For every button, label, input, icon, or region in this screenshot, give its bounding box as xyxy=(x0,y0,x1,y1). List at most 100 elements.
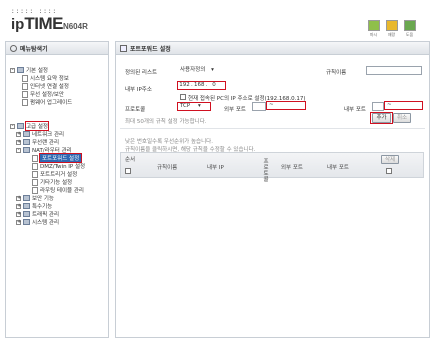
tree-wireless-label[interactable]: 무선랜 관리 xyxy=(32,138,59,146)
col-protocol: 프로토콜 xyxy=(263,159,269,183)
tree-misc-label[interactable]: 기타기능 설정 xyxy=(40,178,72,186)
expand-icon[interactable]: + xyxy=(16,211,21,217)
menu-explorer-title: 메뉴탐색기 xyxy=(20,45,48,53)
tree-internet[interactable]: 인터넷 연결 설정 xyxy=(22,82,69,90)
chevron-down-icon: ▾ xyxy=(197,103,201,109)
tree-traffic-label[interactable]: 트래픽 관리 xyxy=(32,210,59,218)
logout-icon[interactable] xyxy=(367,20,380,31)
page-icon xyxy=(22,82,28,90)
expand-icon[interactable]: + xyxy=(16,219,21,225)
menu-explorer-header: 메뉴탐색기 xyxy=(6,42,108,55)
int-port-to-input[interactable]: ~ xyxy=(384,101,423,110)
tree-system-label[interactable]: 시스템 관리 xyxy=(32,218,59,226)
brand-ip: ip xyxy=(11,16,25,33)
tree-misc[interactable]: 기타기능 설정 xyxy=(32,178,72,186)
brand-model: N604R xyxy=(62,22,88,31)
tree-network-label[interactable]: 네트워크 관리 xyxy=(32,130,64,138)
expand-icon[interactable]: + xyxy=(16,203,21,209)
port-forward-panel: 포트포워드 설정 정의된 리스트 사용자정의 ▾ 규칙이름 내부 IP주소 19… xyxy=(115,41,430,338)
tree-basic-label[interactable]: 기본 설정 xyxy=(26,66,48,74)
tree-routing[interactable]: 라우팅 테이블 관리 xyxy=(32,186,84,194)
expand-icon[interactable]: + xyxy=(16,195,21,201)
help-icon[interactable] xyxy=(403,20,416,31)
tree-port-trigger[interactable]: 포트트리거 설정 xyxy=(32,170,77,178)
tree-port-forward[interactable]: 포트포워드 설정 xyxy=(32,153,83,163)
tree-internet-label[interactable]: 인터넷 연결 설정 xyxy=(30,82,69,90)
tree-nat[interactable]: - NAT/라우터 관리 xyxy=(16,146,72,154)
top-icon-3-label: 도움 xyxy=(405,32,414,37)
tree-firmware[interactable]: 펌웨어 업그레이드 xyxy=(22,98,72,106)
tree-security[interactable]: + 보안 기능 xyxy=(16,194,54,202)
protocol-select[interactable]: TCP ▾ xyxy=(177,102,211,111)
menu-explorer-panel: 메뉴탐색기 - 기본 설정 시스템 요약 정보 인터넷 연결 설정 무선 설정/… xyxy=(5,41,109,338)
col-ext-port: 외부 포트 xyxy=(281,165,303,171)
collapse-icon[interactable]: - xyxy=(10,123,15,129)
tree-special-label[interactable]: 특수기능 xyxy=(32,202,52,210)
int-port-dash: ~ xyxy=(387,102,392,108)
top-icon-1-label: 마시 xyxy=(369,32,378,37)
tree-wireless-basic[interactable]: 무선 설정/보안 xyxy=(22,90,64,98)
tree-firmware-label[interactable]: 펌웨어 업그레이드 xyxy=(30,98,72,106)
top-toolbar: 마시 재랑 도움 xyxy=(366,20,417,38)
rule-list-select[interactable]: 사용자정의 ▾ xyxy=(178,67,230,76)
protocol-label: 프로토콜 xyxy=(125,107,146,113)
max-rules-note: 최대 50개의 규칙 설정 가능합니다. xyxy=(125,119,207,125)
port-forward-header: 포트포워드 설정 xyxy=(116,42,429,55)
folder-icon xyxy=(17,123,24,129)
col-order: 순서 xyxy=(125,157,136,163)
ip-octet-1[interactable]: 192 xyxy=(178,82,191,89)
ext-port-to-input[interactable]: ~ xyxy=(266,101,306,110)
rule-name-input[interactable] xyxy=(366,66,422,75)
delete-all-checkbox[interactable] xyxy=(386,168,392,174)
tree-routing-label[interactable]: 라우팅 테이블 관리 xyxy=(40,186,84,194)
folder-icon xyxy=(23,195,30,201)
tree-port-trigger-label[interactable]: 포트트리거 설정 xyxy=(40,170,77,178)
tree-summary[interactable]: 시스템 요약 정보 xyxy=(22,74,69,82)
tree-wireless-basic-label[interactable]: 무선 설정/보안 xyxy=(30,90,64,98)
folder-icon xyxy=(23,203,30,209)
page-icon xyxy=(22,90,28,98)
int-port-label: 내부 포트 xyxy=(344,107,366,113)
app-header: ::::: :::: ipTIMEN604R 마시 재랑 도움 xyxy=(0,0,435,40)
tree-system[interactable]: + 시스템 관리 xyxy=(16,218,59,226)
tree-advanced[interactable]: - 고급 설정 xyxy=(10,121,49,131)
tree-dmz[interactable]: DMZ/Twin IP 설정 xyxy=(32,162,85,170)
reboot-icon[interactable] xyxy=(385,20,398,31)
rule-name-label: 규칙이름 xyxy=(326,70,347,76)
tree-dmz-label[interactable]: DMZ/Twin IP 설정 xyxy=(40,162,85,170)
tree-nat-label[interactable]: NAT/라우터 관리 xyxy=(32,146,72,154)
tree-network[interactable]: + 네트워크 관리 xyxy=(16,130,64,138)
expand-icon[interactable]: + xyxy=(16,131,21,137)
tree-advanced-label[interactable]: 고급 설정 xyxy=(25,121,49,131)
collapse-icon[interactable]: - xyxy=(16,147,21,153)
tree-traffic[interactable]: + 트래픽 관리 xyxy=(16,210,59,218)
page-icon xyxy=(32,162,38,170)
folder-icon xyxy=(23,139,30,145)
tree-basic[interactable]: - 기본 설정 xyxy=(10,66,48,74)
select-all-checkbox[interactable] xyxy=(125,168,131,174)
expand-icon[interactable]: + xyxy=(16,139,21,145)
rule-list-value: 사용자정의 xyxy=(180,67,206,73)
ip-octet-2[interactable]: 168 xyxy=(193,82,206,89)
int-port-from-input[interactable] xyxy=(372,102,384,111)
tree-summary-label[interactable]: 시스템 요약 정보 xyxy=(30,74,69,82)
use-current-ip-checkbox[interactable] xyxy=(180,94,186,100)
cancel-button[interactable]: 취소 xyxy=(393,113,411,123)
top-icon-3[interactable]: 도움 xyxy=(402,20,417,38)
page-icon xyxy=(22,98,28,106)
internal-ip-input[interactable]: 192 . 168 . 0 xyxy=(177,81,226,90)
rule-list-label: 정의된 리스트 xyxy=(125,70,158,76)
tree-security-label[interactable]: 보안 기능 xyxy=(32,194,54,202)
tree-special[interactable]: + 특수기능 xyxy=(16,202,52,210)
top-icon-2-label: 재랑 xyxy=(387,32,396,37)
ip-octet-3[interactable]: 0 xyxy=(208,82,221,89)
page-icon xyxy=(32,170,38,178)
ext-port-from-input[interactable] xyxy=(252,102,266,111)
delete-button[interactable]: 삭제 xyxy=(381,155,399,164)
tree-port-forward-label[interactable]: 포트포워드 설정 xyxy=(38,153,83,163)
collapse-icon[interactable]: - xyxy=(10,67,15,73)
tree-wireless[interactable]: + 무선랜 관리 xyxy=(16,138,59,146)
top-icon-1[interactable]: 마시 xyxy=(366,20,381,38)
top-icon-2[interactable]: 재랑 xyxy=(384,20,399,38)
priority-note: 낮은 번호일수록 우선순위가 높습니다. xyxy=(125,139,213,145)
